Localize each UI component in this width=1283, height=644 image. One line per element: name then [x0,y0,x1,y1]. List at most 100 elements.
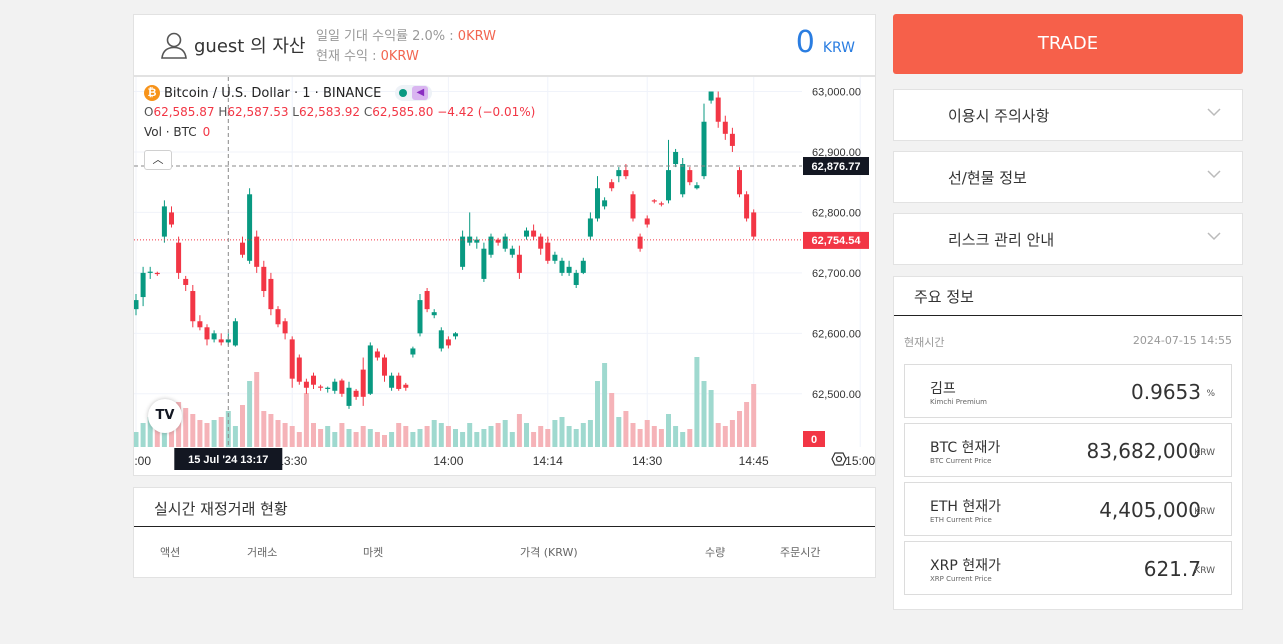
candle-body [609,182,615,189]
candle-body [531,230,537,237]
volume-bar [751,384,757,447]
volume-bar [268,414,274,447]
realtime-title: 실시간 재정거래 현황 [154,500,288,518]
accordion-futures-spot-info[interactable]: 선/현물 정보 [893,151,1243,203]
card-subtitle: ETH Current Price [930,516,992,524]
collapse-legend-button[interactable]: ︿ [144,150,172,170]
volume-bar [353,432,359,447]
card-unit: % [1206,389,1215,399]
candle-body [282,321,288,334]
candle-body [424,291,430,310]
volume-bar [197,420,203,447]
volume-bar [744,402,750,447]
candle-body [744,194,750,219]
card-subtitle: XRP Current Price [930,575,992,583]
volume-bar [538,426,544,447]
kimchi-premium-card: 김프 Kimchi Premium 0.9653 % [904,364,1232,418]
card-subtitle: Kimchi Premium [930,398,987,406]
volume-bar [729,420,735,447]
volume-bar [531,432,537,447]
settings-icon[interactable] [831,451,847,467]
volume-bar [211,420,217,447]
candle-body [211,333,217,340]
market-status[interactable]: ◀ [395,85,433,101]
price-chart[interactable]: 63,000.00 62,900.00 62,800.00 62,700.00 62,6… [133,76,876,476]
candle-body [481,248,487,279]
column-header-exchange: 거래소 [247,546,278,559]
volume-bar [247,381,253,447]
volume-bar [623,411,629,447]
volume-bar [587,420,593,447]
volume-bar [240,405,245,447]
card-unit: KRW [1194,448,1215,458]
realtime-arbitrage-panel: 실시간 재정거래 현황 액션 거래소 마켓 가격 (KRW) 수량 주문시간 [133,487,876,578]
candle-body [396,375,402,389]
volume-bar [580,423,586,447]
volume-bar [410,432,416,447]
y-tick-label: 62,500.00 [812,389,861,401]
volume-bar [360,426,366,447]
volume-bar [495,423,501,447]
volume-bar [488,426,494,447]
y-tick-label: 62,800.00 [812,207,861,219]
candle-body [623,170,629,177]
volume-bar [261,411,267,447]
candle-body [154,272,160,275]
volume-bar [687,429,693,447]
volume-bar [524,423,529,447]
accordion-label: 이용시 주의사항 [948,107,1050,125]
btc-price-card: BTC 현재가 BTC Current Price 83,682,000 KRW [904,423,1232,477]
volume-bar [595,381,600,447]
candle-body [566,266,572,273]
volume-bar [722,426,728,447]
volume-bar [303,393,309,447]
tradingview-logo[interactable]: TV [148,399,182,433]
accordion-risk-guide[interactable]: 리스크 관리 안내 [893,213,1243,265]
volume-bar [417,429,423,447]
chart-legend: ₿ Bitcoin / U.S. Dollar · 1 · BINANCE ◀ … [144,85,535,139]
candle-body [701,121,707,177]
candle-body [637,236,643,249]
volume-bar [424,426,430,447]
volume-bar [545,429,551,447]
volume-bar [396,423,402,447]
volume-bar [232,426,238,447]
y-tick-label: 62,700.00 [812,268,861,280]
volume-bar [289,426,295,447]
volume-bar [389,432,395,447]
trade-button[interactable]: TRADE [893,14,1243,74]
total-asset-value: 0 [795,25,815,60]
x-tick-label: 14:45 [739,454,769,468]
candle-body [595,188,600,219]
volume-bar [296,432,302,447]
current-time-value: 2024-07-15 14:55 [1132,334,1232,347]
chart-symbol[interactable]: Bitcoin / U.S. Dollar · 1 · BINANCE [164,86,381,101]
candle-body [367,345,373,394]
market-open-icon [399,89,408,97]
volume-bar [651,426,657,447]
expected-return-label: 일일 기대 수익률 2.0% : [316,29,454,44]
volume-bar [566,426,572,447]
volume-bar [190,414,196,447]
crosshair-price-label: 62,876.77 [812,161,861,173]
chevron-down-icon [1207,170,1221,179]
candle-body [311,375,316,385]
volume-bar [460,432,466,447]
volume-legend: Vol · BTC 0 [144,125,535,139]
volume-bar [382,435,387,447]
candle-body [438,330,444,349]
candle-body [673,151,679,165]
candle-body [460,236,466,267]
candle-body [403,384,409,388]
candle-body [296,357,302,382]
accordion-usage-notice[interactable]: 이용시 주의사항 [893,89,1243,141]
card-unit: KRW [1194,566,1215,576]
total-asset-unit: KRW [822,40,855,56]
volume-bar [708,390,714,447]
candle-body [545,242,551,261]
candle-body [240,242,245,255]
volume-bar [701,381,707,447]
key-info-title: 주요 정보 [914,288,974,306]
candle-body [708,91,714,101]
volume-bar [644,420,650,447]
